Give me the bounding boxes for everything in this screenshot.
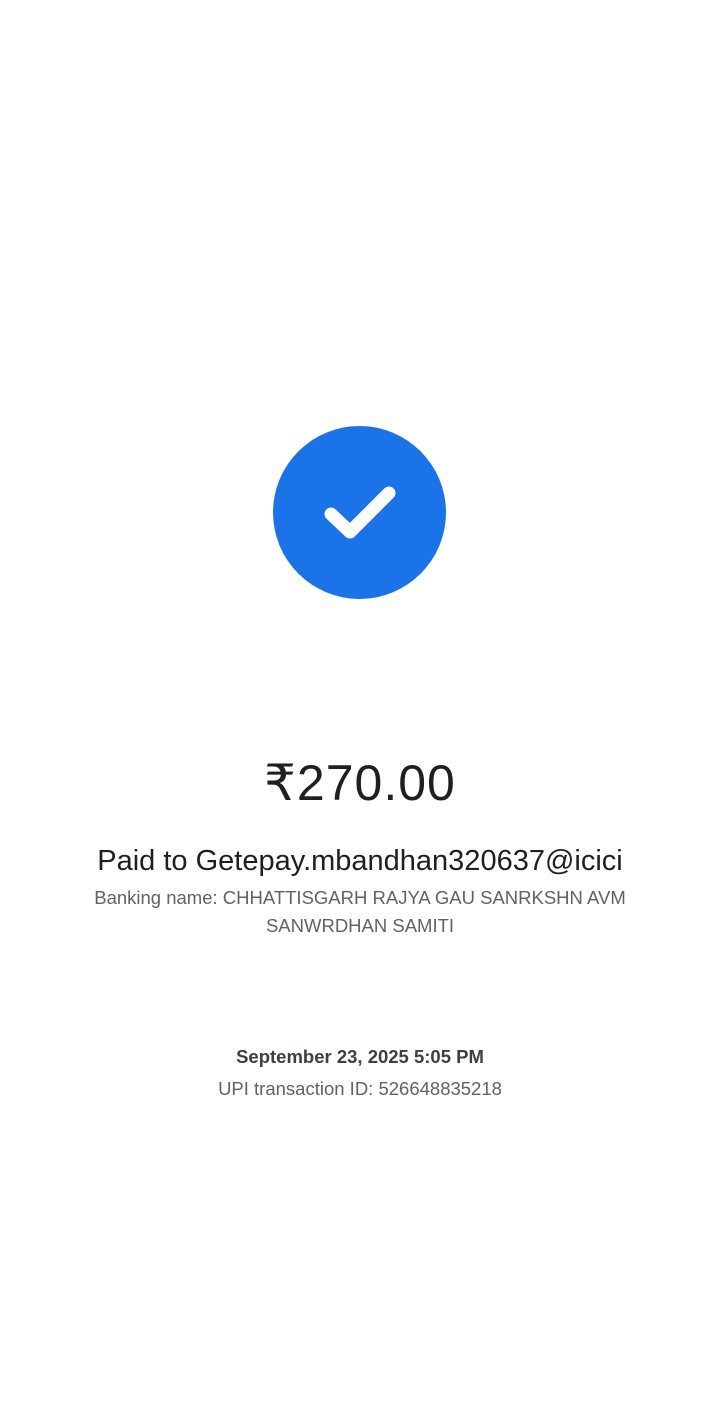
check-circle-icon [273, 426, 446, 599]
checkmark-stroke [324, 486, 395, 538]
checkmark-icon [324, 486, 395, 538]
banking-name: Banking name: CHHATTISGARH RAJYA GAU SAN… [94, 887, 626, 936]
upi-transaction-id: UPI transaction ID: 526648835218 [218, 1078, 502, 1099]
transaction-datetime: September 23, 2025 5:05 PM [236, 1046, 484, 1067]
payee-vpa: Paid to Getepay.mbandhan320637@icici [97, 845, 623, 877]
payment-success-screen: ₹270.00 Paid to Getepay.mbandhan320637@i… [0, 0, 720, 1406]
payment-amount: ₹270.00 [264, 755, 456, 811]
